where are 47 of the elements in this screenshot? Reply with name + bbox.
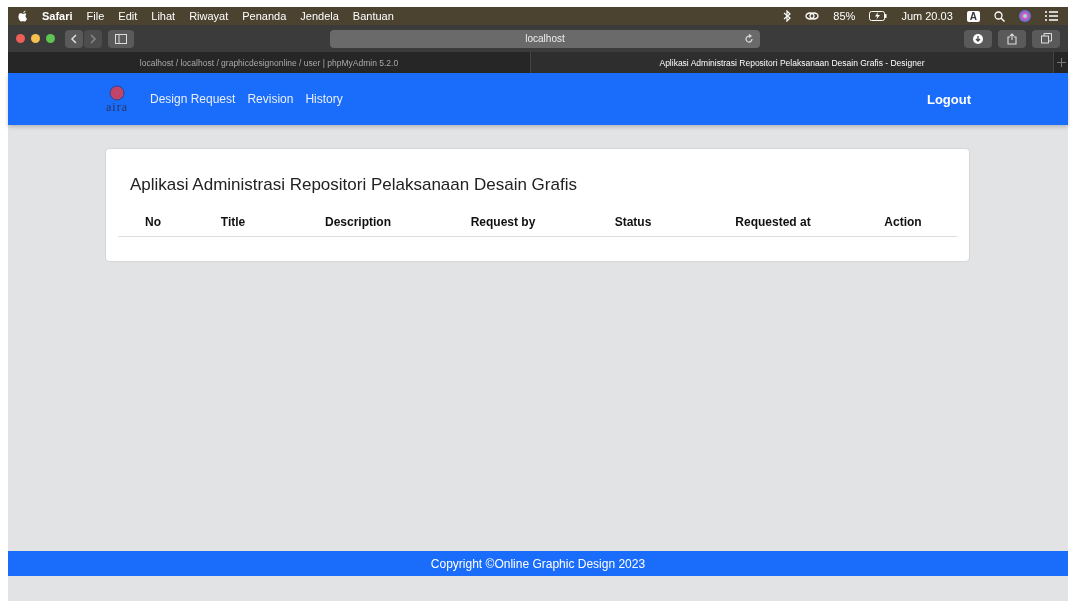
nav-link[interactable]: History [305, 92, 343, 106]
sidebar-button[interactable] [108, 29, 134, 48]
address-bar[interactable]: localhost [330, 29, 760, 48]
clock[interactable]: Jum 20.03 [901, 10, 953, 22]
list-icon[interactable] [1045, 11, 1058, 21]
column-header: Title [219, 215, 247, 229]
share-icon [1007, 32, 1017, 45]
tabs-icon [1040, 33, 1052, 44]
input-source-indicator[interactable]: A [966, 10, 980, 22]
column-header: Request by [469, 215, 537, 229]
column-header: Action [883, 215, 923, 229]
menu-item[interactable]: Lihat [151, 10, 176, 22]
back-button[interactable] [65, 29, 83, 48]
column-header: No [144, 215, 162, 229]
close-button[interactable] [16, 34, 25, 43]
menu-item[interactable]: File [86, 10, 105, 22]
page-title: Aplikasi Administrasi Repositori Pelaksanaan Desain Grafis [130, 175, 578, 195]
battery-icon[interactable] [869, 11, 888, 21]
download-icon [973, 33, 983, 44]
download-button[interactable] [964, 29, 992, 48]
copyright-text: Copyright ©Online Graphic Design 2023 [430, 556, 646, 571]
link-icon[interactable] [805, 11, 820, 21]
nav-link[interactable]: Revision [247, 92, 294, 106]
column-header: Status [613, 215, 653, 229]
menu-item[interactable]: Riwayat [189, 10, 229, 22]
tabs-button[interactable] [1032, 29, 1060, 48]
chevron-left-icon [70, 33, 78, 44]
battery-percent: 85% [833, 10, 856, 22]
column-header: Requested at [734, 215, 812, 229]
menu-item[interactable]: Jendela [300, 10, 339, 22]
menu-item[interactable]: Bantuan [352, 10, 394, 22]
chevron-right-icon [89, 33, 97, 44]
new-tab-icon[interactable] [1056, 58, 1066, 67]
logout-link[interactable]: Logout [926, 91, 971, 107]
zoom-button[interactable] [46, 34, 55, 43]
menu-item[interactable]: Edit [118, 10, 138, 22]
menu-item[interactable]: Penanda [242, 10, 287, 22]
browser-tab[interactable]: Aplikasi Administrasi Repositori Pelaksanaan Desain Grafis - Designer [531, 52, 1054, 73]
bluetooth-icon[interactable] [783, 10, 792, 22]
nav-link[interactable]: Design Request [150, 92, 236, 106]
column-header: Description [324, 215, 392, 229]
menu-item[interactable]: Safari [42, 10, 73, 22]
share-button[interactable] [998, 29, 1026, 48]
search-icon[interactable] [994, 10, 1005, 22]
apple-icon[interactable] [18, 10, 28, 22]
sidebar-icon [115, 33, 127, 44]
minimize-button[interactable] [31, 34, 40, 43]
